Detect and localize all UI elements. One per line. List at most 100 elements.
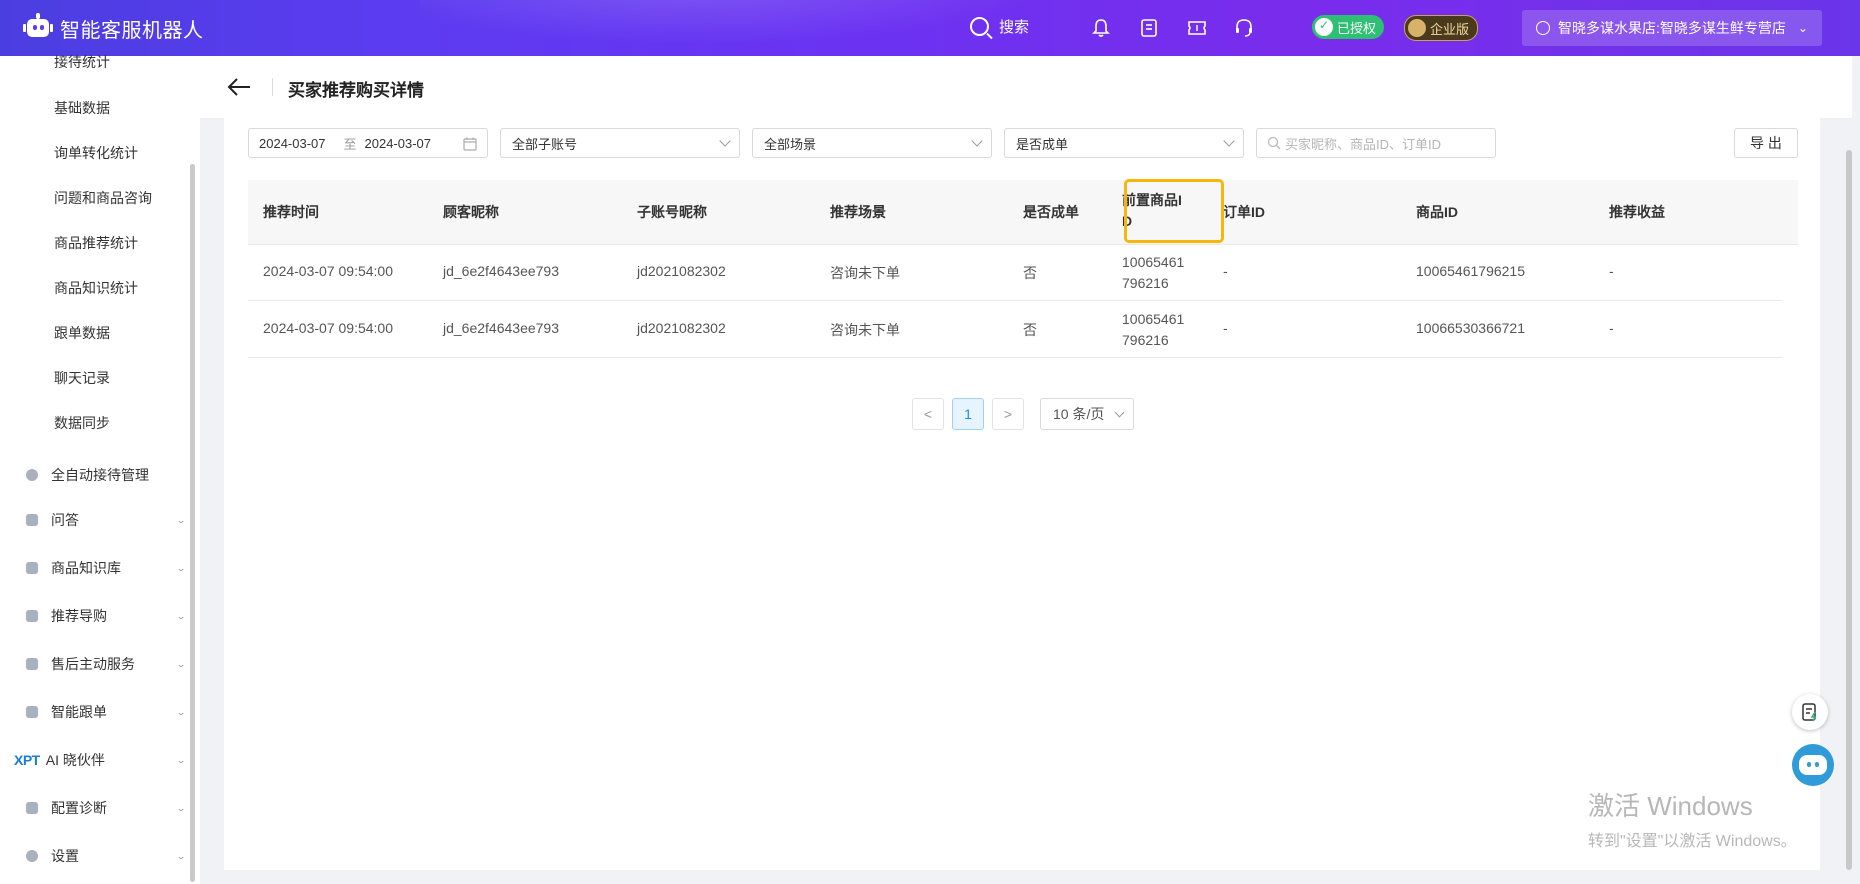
- cell-sub-account: jd2021082302: [637, 263, 726, 279]
- sidebar-item-after-sales[interactable]: 售后主动服务 ⌄: [26, 654, 186, 674]
- sidebar-item-knowledge-base[interactable]: 商品知识库 ⌄: [26, 558, 186, 578]
- sidebar-item-reception-stats[interactable]: 接待统计: [54, 52, 110, 72]
- export-button[interactable]: 导 出: [1734, 128, 1798, 158]
- page-title: 买家推荐购买详情: [288, 81, 424, 100]
- next-page-button[interactable]: >: [992, 398, 1024, 430]
- column-header: 推荐时间: [263, 204, 319, 220]
- cell-recommend-time: 2024-03-07 09:54:00: [263, 320, 393, 336]
- chevron-down-icon: ⌄: [1797, 21, 1808, 35]
- service-icon: [26, 658, 38, 670]
- chevron-down-icon: [1223, 135, 1235, 147]
- scene-value: 全部场景: [764, 136, 817, 152]
- sidebar-item-product-recommend[interactable]: 商品推荐统计: [54, 233, 138, 253]
- authorized-badge: 已授权: [1312, 15, 1385, 39]
- sidebar-item-smart-followup[interactable]: 智能跟单 ⌄: [26, 702, 186, 722]
- sidebar-item-inquiry-conversion[interactable]: 询单转化统计: [54, 143, 138, 163]
- cell-customer-nickname: jd_6e2f4643ee793: [443, 320, 560, 336]
- sidebar-item-config-diagnosis[interactable]: 配置诊断 ⌄: [26, 798, 186, 818]
- cell-order-id: -: [1223, 320, 1228, 336]
- building-icon: [1408, 19, 1426, 37]
- search-input[interactable]: 买家昵称、商品ID、订单ID: [1256, 128, 1496, 158]
- sidebar-item-question-product[interactable]: 问题和商品咨询: [54, 188, 152, 208]
- sidebar-item-label: 配置诊断: [51, 800, 107, 816]
- cell-order-id: -: [1223, 263, 1228, 279]
- sidebar-item-qa[interactable]: 问答 ⌄: [26, 510, 186, 530]
- search-icon: [1267, 136, 1281, 150]
- cell-recommend-time: 2024-03-07 09:54:00: [263, 263, 393, 279]
- scene-select[interactable]: 全部场景: [752, 128, 992, 158]
- sidebar-item-ai-partner[interactable]: XPT AI 晓伙伴 ⌄: [14, 750, 186, 770]
- cell-product-id: 10065461796215: [1416, 263, 1526, 279]
- app-logo[interactable]: 智能客服机器人: [22, 13, 204, 43]
- sidebar-item-product-knowledge[interactable]: 商品知识统计: [54, 278, 138, 298]
- sidebar-item-chat-records[interactable]: 聊天记录: [54, 368, 110, 388]
- prev-page-button[interactable]: <: [912, 398, 944, 430]
- guide-icon: [26, 610, 38, 622]
- column-header: 子账号昵称: [637, 204, 707, 220]
- date-end[interactable]: 2024-03-07: [365, 136, 432, 151]
- sidebar-item-followup-data[interactable]: 跟单数据: [54, 323, 110, 343]
- cell-pre-product-id: 10065461796216: [1122, 311, 1185, 348]
- robot-face-icon: [1799, 755, 1827, 775]
- sidebar-item-auto-reception[interactable]: 全自动接待管理: [26, 465, 186, 485]
- cell-deal-status: 否: [1023, 265, 1037, 281]
- calendar-icon: [463, 137, 477, 151]
- cell-sub-account: jd2021082302: [637, 320, 726, 336]
- sidebar-item-label: 问答: [51, 512, 79, 528]
- chevron-down-icon: ⌄: [175, 707, 186, 717]
- chevron-down-icon: ⌄: [175, 611, 186, 621]
- cell-customer-nickname: jd_6e2f4643ee793: [443, 263, 560, 279]
- cell-scene: 咨询未下单: [830, 322, 900, 338]
- monitor-icon: [26, 802, 38, 814]
- sidebar-item-label: 推荐导购: [51, 608, 107, 624]
- sidebar-item-basic-data[interactable]: 基础数据: [54, 98, 110, 118]
- column-header: 推荐场景: [830, 204, 886, 220]
- back-arrow-icon[interactable]: [226, 76, 252, 98]
- search-icon: [970, 17, 989, 36]
- windows-activation-watermark: 激活 Windows 转到"设置"以激活 Windows。: [1588, 786, 1797, 851]
- divider: [272, 78, 273, 96]
- page-number[interactable]: 1: [952, 398, 984, 430]
- ticket-icon[interactable]: [1186, 17, 1208, 39]
- sidebar-scrollbar[interactable]: [190, 164, 195, 882]
- sidebar-item-data-sync[interactable]: 数据同步: [54, 413, 110, 433]
- page-header: 买家推荐购买详情: [200, 56, 1852, 119]
- quick-note-button[interactable]: [1792, 694, 1828, 730]
- cell-pre-product-id: 10065461796216: [1122, 254, 1185, 291]
- page-size-select[interactable]: 10 条/页: [1040, 398, 1134, 430]
- followup-icon: [26, 706, 38, 718]
- column-header: 订单ID: [1223, 204, 1265, 220]
- page-size-value: 10 条/页: [1053, 406, 1105, 422]
- sidebar-item-settings[interactable]: 设置 ⌄: [26, 846, 186, 866]
- chat-icon: [26, 514, 38, 526]
- chevron-down-icon: [971, 135, 983, 147]
- table-row: 2024-03-07 09:54:00 jd_6e2f4643ee793 jd2…: [248, 301, 1782, 358]
- cell-revenue: -: [1609, 320, 1614, 336]
- sidebar-item-shopping-guide[interactable]: 推荐导购 ⌄: [26, 606, 186, 626]
- xpt-logo: XPT: [14, 752, 40, 768]
- cell-product-id: 10066530366721: [1416, 320, 1526, 336]
- date-range-picker[interactable]: 2024-03-07 至 2024-03-07: [248, 128, 488, 158]
- store-switcher[interactable]: 智晓多谋水果店:智晓多谋生鲜专营店 ⌄: [1522, 10, 1822, 46]
- bell-icon[interactable]: [1090, 17, 1112, 39]
- header-search[interactable]: 搜索: [970, 16, 1029, 37]
- enterprise-badge: 企业版: [1404, 15, 1479, 41]
- app-title: 智能客服机器人: [60, 19, 204, 42]
- deal-status-value: 是否成单: [1016, 136, 1069, 152]
- user-icon: [1536, 21, 1550, 35]
- sidebar-item-label: 售后主动服务: [51, 656, 135, 672]
- watermark-line1: 激活 Windows: [1588, 791, 1753, 821]
- cell-deal-status: 否: [1023, 322, 1037, 338]
- sub-account-value: 全部子账号: [512, 136, 578, 152]
- assistant-bot-button[interactable]: [1792, 744, 1834, 786]
- content-card: 2024-03-07 至 2024-03-07 全部子账号 全部场景 是否成单 …: [224, 118, 1820, 870]
- sub-account-select[interactable]: 全部子账号: [500, 128, 740, 158]
- gear-icon: [26, 850, 38, 862]
- robot-icon: [22, 13, 54, 43]
- headset-icon[interactable]: [1233, 17, 1255, 39]
- search-placeholder: 买家昵称、商品ID、订单ID: [1285, 136, 1442, 152]
- date-start[interactable]: 2024-03-07: [259, 136, 326, 151]
- main-scrollbar[interactable]: [1846, 150, 1852, 870]
- deal-status-select[interactable]: 是否成单: [1004, 128, 1244, 158]
- document-icon[interactable]: [1138, 17, 1160, 39]
